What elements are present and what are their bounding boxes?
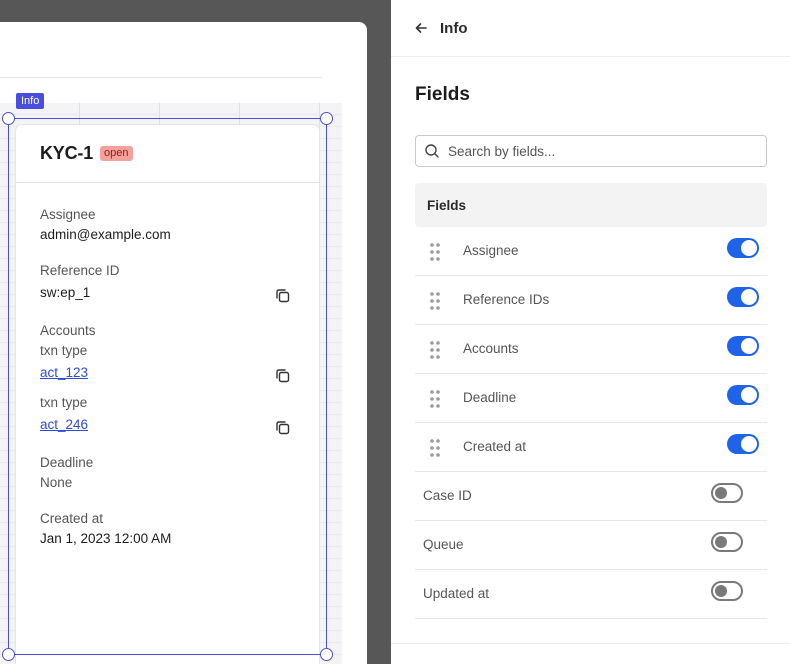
field-row-case-id: Case ID bbox=[415, 472, 767, 521]
field-label: Case ID bbox=[423, 488, 472, 503]
field-row-queue: Queue bbox=[415, 521, 767, 570]
account-type-label: txn type bbox=[40, 343, 88, 358]
field-label: Queue bbox=[423, 537, 464, 552]
copy-icon[interactable] bbox=[274, 419, 292, 437]
toggle-knob bbox=[741, 240, 757, 256]
panel-header: Info bbox=[391, 0, 790, 57]
drag-handle-icon[interactable] bbox=[429, 291, 441, 311]
drag-handle-icon[interactable] bbox=[429, 242, 441, 262]
info-panel: Info Fields Fields Assignee Reference ID… bbox=[391, 0, 790, 664]
toggle-knob bbox=[741, 289, 757, 305]
created-at-value: Jan 1, 2023 12:00 AM bbox=[40, 531, 172, 546]
selection-tag: Info bbox=[16, 93, 45, 109]
field-label: Accounts bbox=[463, 341, 519, 356]
section-title: Fields bbox=[415, 84, 470, 105]
field-label: Deadline bbox=[463, 390, 517, 405]
copy-icon[interactable] bbox=[274, 287, 292, 305]
field-toggle[interactable] bbox=[727, 287, 759, 307]
status-badge: open bbox=[100, 146, 133, 161]
drag-handle-icon[interactable] bbox=[429, 389, 441, 409]
account-type-label: txn type bbox=[40, 395, 88, 410]
page-divider bbox=[0, 77, 322, 78]
field-toggle[interactable] bbox=[727, 434, 759, 454]
field-toggle[interactable] bbox=[727, 336, 759, 356]
panel-footer-divider bbox=[391, 643, 790, 644]
info-card[interactable]: KYC-1 open Assignee admin@example.com Re… bbox=[16, 125, 319, 664]
fields-list: Assignee Reference IDs Accounts Deadline… bbox=[415, 227, 767, 619]
deadline-label: Deadline bbox=[40, 455, 94, 470]
field-row-reference-ids: Reference IDs bbox=[415, 276, 767, 325]
field-row-created-at: Created at bbox=[415, 423, 767, 472]
created-at-label: Created at bbox=[40, 511, 104, 526]
field-toggle[interactable] bbox=[727, 385, 759, 405]
resize-handle-bottom-right[interactable] bbox=[320, 648, 333, 661]
deadline-value: None bbox=[40, 475, 73, 490]
fields-list-header: Fields bbox=[415, 183, 767, 227]
canvas-area: KYC-1 open Assignee admin@example.com Re… bbox=[0, 0, 391, 664]
accounts-label: Accounts bbox=[40, 323, 96, 338]
field-label: Updated at bbox=[423, 586, 490, 601]
toggle-knob bbox=[715, 536, 727, 548]
assignee-value: admin@example.com bbox=[40, 227, 171, 242]
toggle-knob bbox=[715, 487, 727, 499]
search-icon bbox=[425, 144, 439, 158]
toggle-knob bbox=[741, 387, 757, 403]
field-toggle[interactable] bbox=[711, 581, 743, 601]
field-row-assignee: Assignee bbox=[415, 227, 767, 276]
search-field bbox=[415, 135, 767, 167]
toggle-knob bbox=[741, 338, 757, 354]
toggle-knob bbox=[715, 585, 727, 597]
arrow-left-icon[interactable] bbox=[413, 20, 429, 36]
field-toggle[interactable] bbox=[711, 483, 743, 503]
search-input[interactable] bbox=[448, 143, 748, 159]
toggle-knob bbox=[741, 436, 757, 452]
field-row-deadline: Deadline bbox=[415, 374, 767, 423]
field-label: Assignee bbox=[463, 243, 519, 258]
account-link[interactable]: act_246 bbox=[40, 417, 88, 432]
field-toggle[interactable] bbox=[727, 238, 759, 258]
reference-id-value: sw:ep_1 bbox=[40, 285, 91, 300]
case-title: KYC-1 bbox=[40, 143, 94, 163]
drag-handle-icon[interactable] bbox=[429, 438, 441, 458]
resize-handle-top-left[interactable] bbox=[2, 112, 15, 125]
panel-title: Info bbox=[440, 19, 468, 37]
field-label: Reference IDs bbox=[463, 292, 550, 307]
field-toggle[interactable] bbox=[711, 532, 743, 552]
drag-handle-icon[interactable] bbox=[429, 340, 441, 360]
card-header: KYC-1 open bbox=[16, 125, 319, 183]
resize-handle-bottom-left[interactable] bbox=[2, 648, 15, 661]
account-link[interactable]: act_123 bbox=[40, 365, 88, 380]
field-row-accounts: Accounts bbox=[415, 325, 767, 374]
resize-handle-top-right[interactable] bbox=[320, 112, 333, 125]
reference-id-label: Reference ID bbox=[40, 263, 120, 278]
assignee-label: Assignee bbox=[40, 207, 96, 222]
field-label: Created at bbox=[463, 439, 527, 454]
copy-icon[interactable] bbox=[274, 367, 292, 385]
field-row-updated-at: Updated at bbox=[415, 570, 767, 619]
